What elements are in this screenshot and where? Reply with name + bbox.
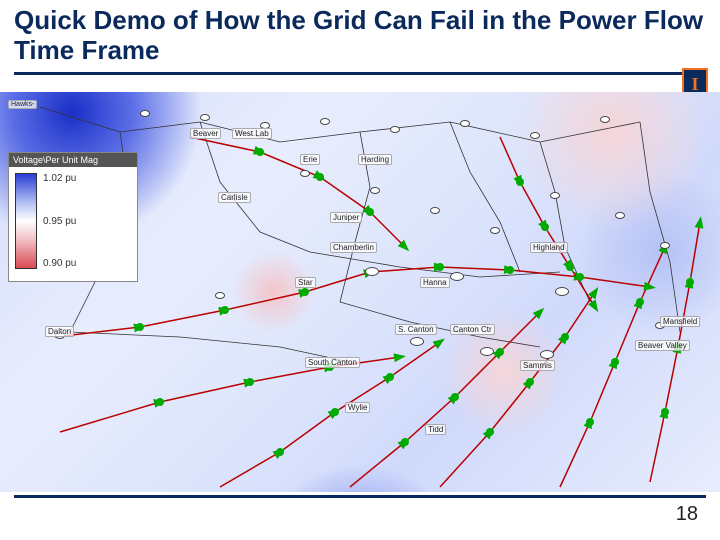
grid-map: Voltage\Per Unit Mag 1.02 pu 0.95 pu 0.9…: [0, 92, 720, 492]
substation-node: [450, 272, 464, 281]
node-label-west-lab: West Lab: [232, 128, 272, 139]
page-number: 18: [676, 503, 698, 526]
substation-node: [530, 132, 540, 139]
node-label-hanna: Hanna: [420, 277, 450, 288]
legend-title: Voltage\Per Unit Mag: [9, 153, 137, 167]
substation-node: [370, 187, 380, 194]
substation-node: [200, 114, 210, 121]
node-label-south-canton: South Canton: [305, 357, 360, 368]
substation-node: [615, 212, 625, 219]
node-label-wylie: Wylie: [345, 402, 370, 413]
node-label-sammis: Sammis: [520, 360, 555, 371]
substation-node: [320, 118, 330, 125]
node-label-dalton: Dalton: [45, 326, 74, 337]
substation-node: [390, 126, 400, 133]
substation-node: [600, 116, 610, 123]
legend-tick: 0.95 pu: [43, 216, 76, 227]
substation-node: [410, 337, 424, 346]
node-label-canton-ctr: Canton Ctr: [450, 324, 495, 335]
node-label-hawks: Hawks-: [8, 100, 37, 109]
node-label-mansfield: Mansfield: [660, 316, 700, 327]
substation-node: [480, 347, 494, 356]
substation-node: [215, 292, 225, 299]
node-label-erie: Erie: [300, 154, 320, 165]
substation-node: [660, 242, 670, 249]
node-label-tidd: Tidd: [425, 424, 446, 435]
node-label-carlisle: Carlisle: [218, 192, 251, 203]
legend-color-bar: [15, 173, 37, 269]
node-label-beaver-valley: Beaver Valley: [635, 340, 690, 351]
substation-node: [365, 267, 379, 276]
node-label-chamberlin: Chamberlin: [330, 242, 377, 253]
substation-node: [555, 287, 569, 296]
voltage-legend: Voltage\Per Unit Mag 1.02 pu 0.95 pu 0.9…: [8, 152, 138, 282]
substation-node: [550, 192, 560, 199]
node-label-beaver: Beaver: [190, 128, 221, 139]
node-label-juniper: Juniper: [330, 212, 362, 223]
node-label-star: Star: [295, 277, 316, 288]
legend-tick: 0.90 pu: [43, 258, 76, 269]
substation-node: [140, 110, 150, 117]
legend-tick: 1.02 pu: [43, 173, 76, 184]
slide-title: Quick Demo of How the Grid Can Fail in t…: [0, 0, 720, 70]
substation-node: [540, 350, 554, 359]
node-label-highland: Highland: [530, 242, 568, 253]
node-label-s-canton: S. Canton: [395, 324, 437, 335]
substation-node: [300, 170, 310, 177]
title-underline: [14, 72, 706, 75]
bottom-rule: [14, 495, 706, 498]
substation-node: [460, 120, 470, 127]
substation-node: [490, 227, 500, 234]
node-label-harding: Harding: [358, 154, 392, 165]
legend-ticks: 1.02 pu 0.95 pu 0.90 pu: [43, 173, 76, 269]
substation-node: [430, 207, 440, 214]
